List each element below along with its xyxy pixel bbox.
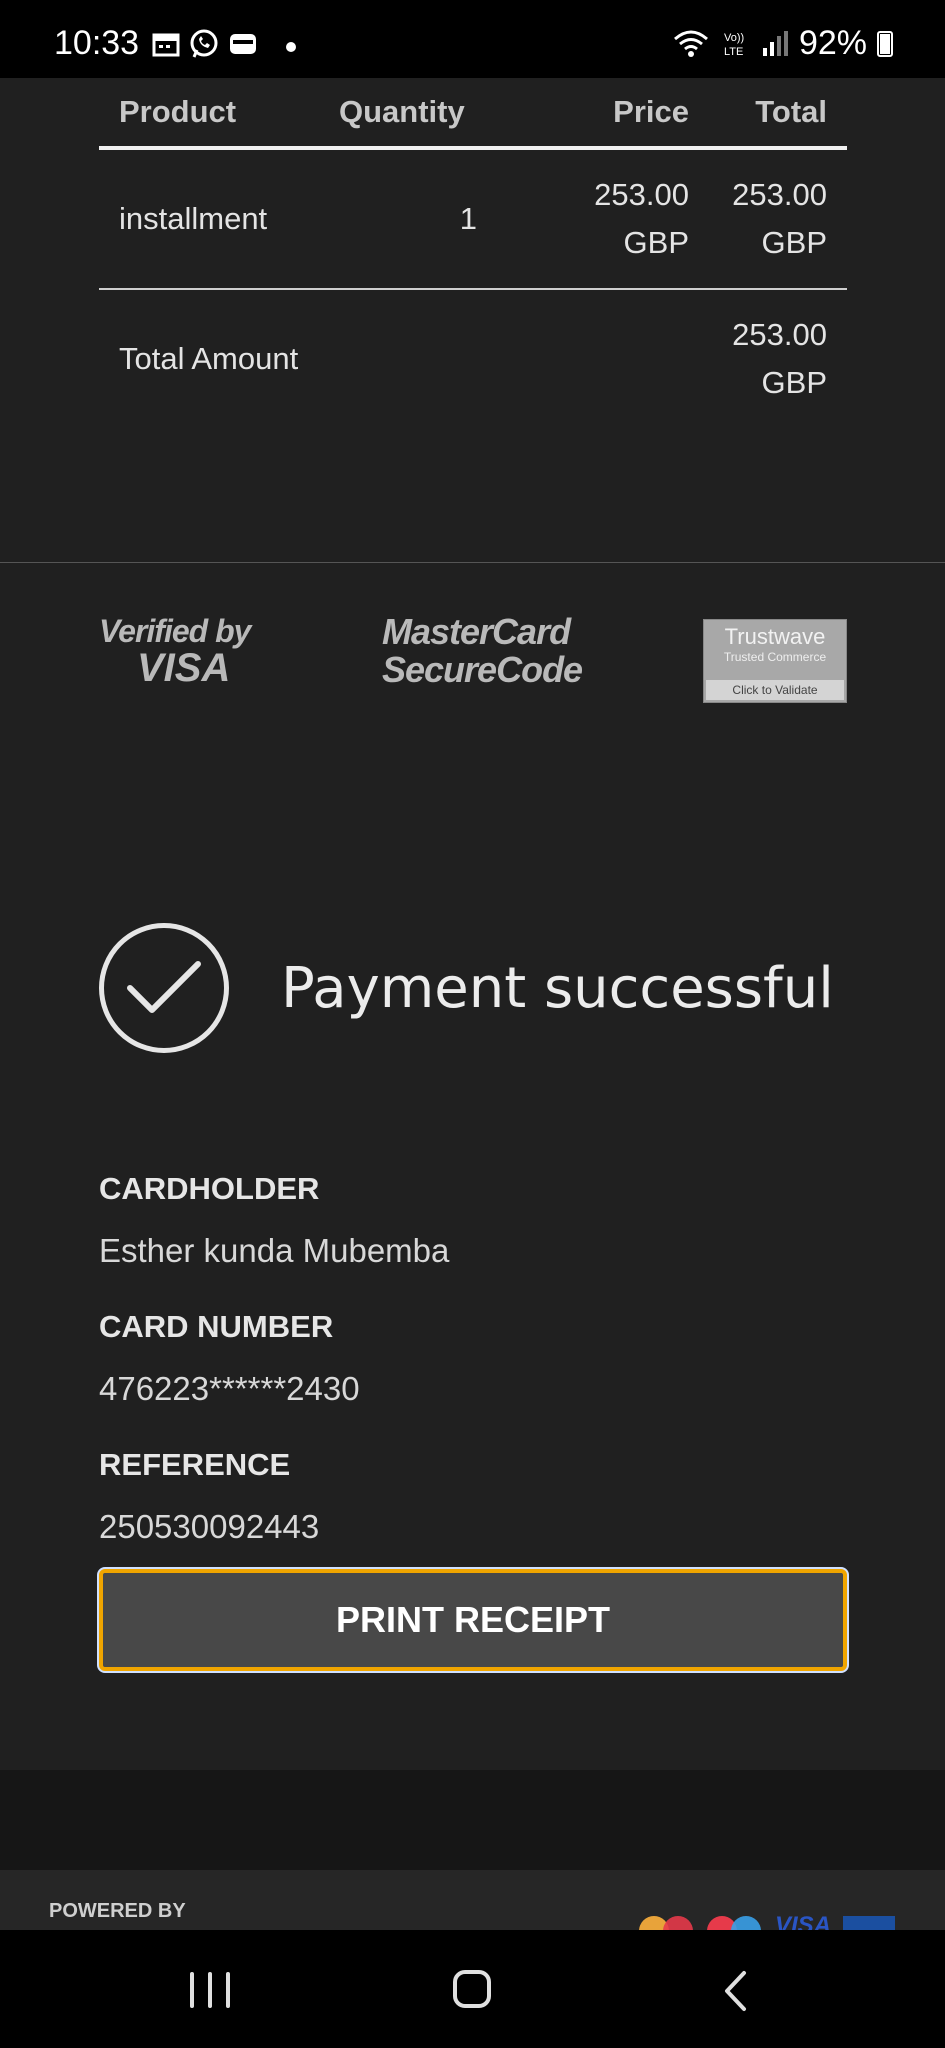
trustwave-seal[interactable]: Trustwave Trusted Commerce Click to Vali…	[703, 619, 847, 703]
back-icon[interactable]	[722, 1970, 748, 2012]
mastercard-icon	[638, 1916, 695, 1930]
wallet-icon	[230, 34, 256, 54]
payment-logos: VISA	[638, 1912, 895, 1931]
item-product: installment	[99, 148, 319, 290]
reference-label: REFERENCE	[99, 1447, 291, 1482]
notification-dot	[286, 42, 296, 52]
total-row: Total Amount 253.00 GBP	[99, 289, 847, 428]
header-price: Price	[519, 78, 709, 150]
item-total: 253.00 GBP	[709, 148, 847, 290]
reference-value: 250530092443	[99, 1508, 320, 1545]
visa-icon: VISA	[774, 1912, 831, 1931]
main-content: Product Quantity Price Total installment…	[0, 78, 945, 1770]
header-total: Total	[709, 78, 847, 150]
item-price: 253.00 GBP	[519, 148, 709, 290]
total-value: 253.00 GBP	[709, 289, 847, 428]
item-total-currency: GBP	[761, 225, 827, 260]
checkmark-icon	[99, 923, 229, 1053]
volte-icon: Vo)) LTE	[724, 32, 744, 58]
item-quantity: 1	[319, 148, 519, 290]
total-amount: 253.00	[732, 317, 827, 352]
total-label: Total Amount	[119, 341, 299, 376]
svg-text:LTE: LTE	[724, 46, 743, 58]
header-quantity: Quantity	[319, 78, 519, 150]
svg-text:Vo)): Vo))	[724, 32, 744, 44]
status-bar: 10:33 Vo)) LTE 92%	[0, 0, 945, 78]
whatsapp-icon	[190, 29, 218, 58]
wifi-icon	[673, 30, 708, 57]
android-nav-bar	[0, 1930, 945, 2048]
amex-icon	[843, 1916, 895, 1930]
section-divider	[0, 562, 945, 563]
notification-icons	[152, 28, 258, 60]
footer: POWERED BY VISA	[0, 1870, 945, 1930]
payment-success: Payment successful	[99, 918, 834, 1058]
item-price-currency: GBP	[623, 225, 689, 260]
cardholder-value: Esther kunda Mubemba	[99, 1232, 450, 1269]
success-message: Payment successful	[281, 955, 834, 1021]
signal-icon	[762, 30, 788, 56]
security-logos: Verified by VISA MasterCard SecureCode T…	[99, 613, 847, 713]
cardholder-label: CARDHOLDER	[99, 1171, 320, 1206]
battery-icon	[877, 30, 893, 57]
order-table: Product Quantity Price Total installment…	[99, 78, 847, 428]
table-header-row: Product Quantity Price Total	[99, 78, 847, 150]
footer-band	[0, 1770, 945, 1870]
verified-by-visa-logo: Verified by VISA	[99, 613, 251, 690]
powered-by-label: POWERED BY	[49, 1900, 186, 1922]
status-indicators: Vo)) LTE 92%	[671, 24, 893, 63]
header-product: Product	[99, 78, 319, 150]
print-receipt-button[interactable]: PRINT RECEIPT	[99, 1569, 847, 1671]
card-number-value: 476223******2430	[99, 1370, 360, 1407]
card-number-label: CARD NUMBER	[99, 1309, 334, 1344]
calendar-icon	[152, 33, 180, 57]
table-row: installment 1 253.00 GBP 253.00 GBP	[99, 148, 847, 290]
item-price-amount: 253.00	[594, 177, 689, 212]
battery-percent: 92%	[798, 24, 867, 62]
status-time: 10:33	[54, 24, 140, 62]
item-total-amount: 253.00	[732, 177, 827, 212]
recents-button[interactable]	[190, 1972, 230, 2008]
payment-details: CARDHOLDER Esther kunda Mubemba CARD NUM…	[99, 1158, 847, 1572]
total-currency: GBP	[761, 365, 827, 400]
home-button[interactable]	[453, 1970, 491, 2008]
mastercard-securecode-logo: MasterCard SecureCode	[382, 611, 583, 690]
maestro-icon	[706, 1916, 763, 1930]
